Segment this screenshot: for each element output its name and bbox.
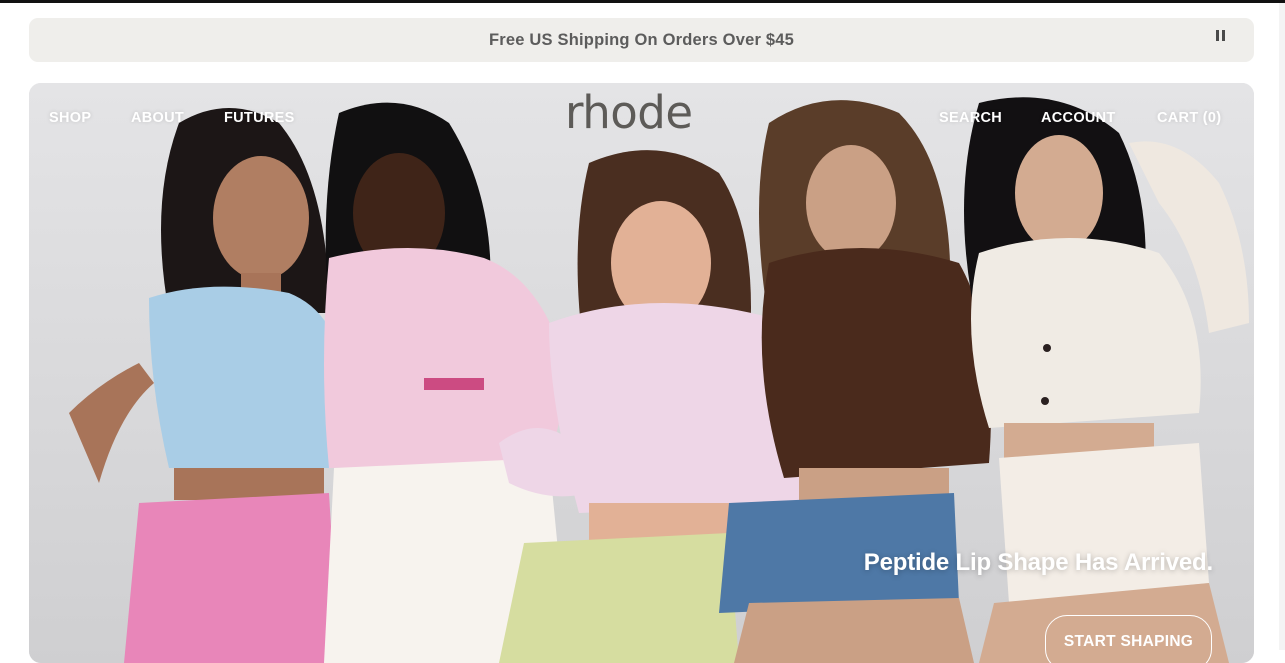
announcement-text: Free US Shipping On Orders Over $45 <box>488 30 794 49</box>
scrollbar[interactable] <box>1279 3 1285 650</box>
nav-shop-link[interactable]: SHOP <box>49 110 91 126</box>
nav-account-link[interactable]: ACCOUNT <box>1041 110 1116 126</box>
pause-icon[interactable] <box>1216 30 1228 44</box>
nav-cart-link[interactable]: CART (0) <box>1157 110 1221 126</box>
top-border <box>0 0 1285 3</box>
announcement-bar: Free US Shipping On Orders Over $45 <box>29 18 1254 62</box>
hero-banner[interactable]: SHOP ABOUT FUTURES rhode SEARCH ACCOUNT … <box>29 83 1254 663</box>
nav-about-link[interactable]: ABOUT <box>131 110 184 126</box>
nav-futures-link[interactable]: FUTURES <box>224 110 295 126</box>
hero-headline: Peptide Lip Shape Has Arrived. <box>863 549 1213 576</box>
start-shaping-button[interactable]: START SHAPING <box>1045 615 1212 663</box>
brand-logo[interactable]: rhode <box>565 86 693 139</box>
nav-search-link[interactable]: SEARCH <box>939 110 1002 126</box>
